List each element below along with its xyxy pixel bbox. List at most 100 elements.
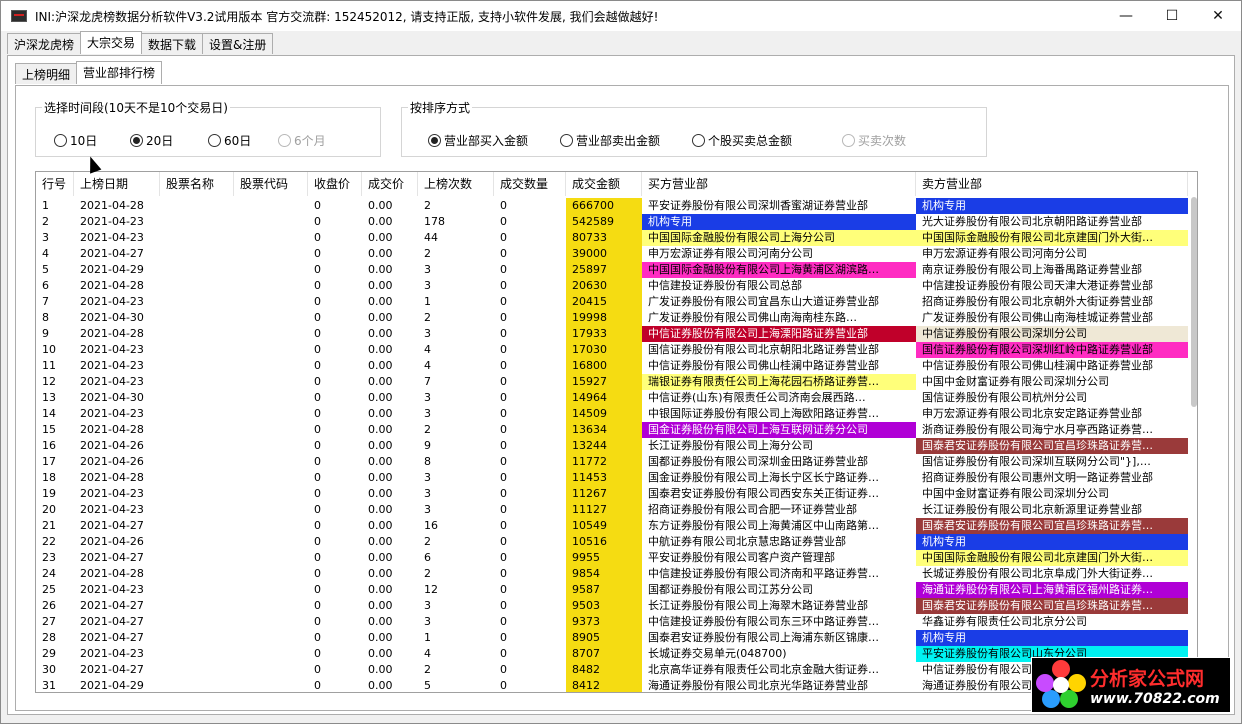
table-row[interactable]: 27 2021-04-27 0 0.00 3 0 9373 中信建投证券股份有限公司东三环中路… <box>36 614 1188 630</box>
cell-buyer-branch: 东方证券股份有限公司上海黄浦区中山南路第… <box>648 519 879 532</box>
table-row[interactable]: 26 2021-04-27 0 0.00 3 0 9503 长江证券股份有限公司上海翠木路证券… <box>36 598 1188 614</box>
table-row[interactable]: 24 2021-04-28 0 0.00 2 0 9854 中信建投证券股份有限公司济南和平路… <box>36 566 1188 582</box>
table-row[interactable]: 29 2021-04-23 0 0.00 4 0 8707 长城证券交易单元(048700) 平… <box>36 646 1188 662</box>
table-row[interactable]: 10 2021-04-23 0 0.00 4 0 17030 国信证券股份有限公司北京朝阳北路… <box>36 342 1188 358</box>
table-row[interactable]: 19 2021-04-23 0 0.00 3 0 11267 国泰君安证券股份有限公司西安东关… <box>36 486 1188 502</box>
column-header-listing-date[interactable]: 上榜日期 <box>74 172 160 196</box>
cell-stock-code <box>234 582 308 598</box>
column-header-deal-amount[interactable]: 成交金额 <box>566 172 642 196</box>
cell-close-price: 0 <box>314 423 321 436</box>
column-header-seller-branch[interactable]: 卖方营业部 <box>916 172 1188 196</box>
cell-listing-count: 3 <box>424 407 431 420</box>
cell-stock-name <box>160 294 234 310</box>
table-row[interactable]: 18 2021-04-28 0 0.00 3 0 11453 国金证券股份有限公司上海长宁区长… <box>36 470 1188 486</box>
period-20d-radio[interactable]: 20日 <box>130 132 173 149</box>
cell-row-number: 3 <box>42 231 49 244</box>
cell-close-price: 0 <box>314 647 321 660</box>
app-window: INI:沪深龙虎榜数据分析软件V3.2试用版本 官方交流群: 152452012… <box>0 0 1242 724</box>
cell-deal-amount: 9503 <box>566 598 642 614</box>
table-row[interactable]: 17 2021-04-26 0 0.00 8 0 11772 国都证券股份有限公司深圳金田路证… <box>36 454 1188 470</box>
cell-stock-code <box>234 614 308 630</box>
cell-deal-volume: 0 <box>500 215 507 228</box>
cell-buyer-branch: 平安证券股份有限公司客户资产管理部 <box>648 551 835 564</box>
table-row[interactable]: 6 2021-04-28 0 0.00 3 0 20630 中信建投证券股份有限公司总部 中信建… <box>36 278 1188 294</box>
cell-deal-amount: 80733 <box>566 230 642 246</box>
cell-listing-count: 4 <box>424 647 431 660</box>
column-header-buyer-branch[interactable]: 买方营业部 <box>642 172 916 196</box>
table-row[interactable]: 21 2021-04-27 0 0.00 16 0 10549 东方证券股份有限公司上海黄浦区… <box>36 518 1188 534</box>
column-header-row-number[interactable]: 行号 <box>36 172 74 196</box>
table-row[interactable]: 23 2021-04-27 0 0.00 6 0 9955 平安证券股份有限公司客户资产管理部… <box>36 550 1188 566</box>
table-row[interactable]: 9 2021-04-28 0 0.00 3 0 17933 中信证券股份有限公司上海溧阳路证券… <box>36 326 1188 342</box>
table-row[interactable]: 2 2021-04-23 0 0.00 178 0 542589 机构专用 光大证券股份有限公司… <box>36 214 1188 230</box>
sort-sell-amount-radio[interactable]: 营业部卖出金额 <box>560 132 660 149</box>
sort-trade-count-radio[interactable]: 买卖次数 <box>842 132 906 149</box>
table-row[interactable]: 4 2021-04-27 0 0.00 2 0 39000 申万宏源证券有限公司河南分公司 申万… <box>36 246 1188 262</box>
tab-data-download[interactable]: 数据下载 <box>141 33 204 54</box>
period-60d-radio[interactable]: 60日 <box>208 132 251 149</box>
close-button[interactable]: ✕ <box>1195 1 1241 31</box>
cell-listing-date: 2021-04-23 <box>80 343 144 356</box>
cell-deal-price: 0.00 <box>368 487 393 500</box>
table-row[interactable]: 15 2021-04-28 0 0.00 2 0 13634 国金证券股份有限公司上海互联网证… <box>36 422 1188 438</box>
cell-close-price: 0 <box>314 439 321 452</box>
period-10d-radio[interactable]: 10日 <box>54 132 97 149</box>
cell-stock-name <box>160 246 234 262</box>
cell-listing-count: 3 <box>424 615 431 628</box>
cell-listing-date: 2021-04-23 <box>80 231 144 244</box>
table-header: 行号 上榜日期 股票名称 股票代码 收盘价 成交价 上榜次数 成交数量 成交金额 买方营业部 卖方营… <box>36 172 1188 196</box>
column-header-stock-name[interactable]: 股票名称 <box>160 172 234 196</box>
table-row[interactable]: 31 2021-04-29 0 0.00 5 0 8412 海通证券股份有限公司北京光华路证券… <box>36 678 1188 692</box>
table-row[interactable]: 11 2021-04-23 0 0.00 4 0 16800 中信证券股份有限公司佛山桂澜中路… <box>36 358 1188 374</box>
cell-buyer-branch: 中信证券(山东)有限责任公司济南会展西路… <box>648 391 866 404</box>
cell-row-number: 9 <box>42 327 49 340</box>
cell-listing-date: 2021-04-26 <box>80 535 144 548</box>
table-row[interactable]: 14 2021-04-23 0 0.00 3 0 14509 中银国际证券股份有限公司上海欧阳… <box>36 406 1188 422</box>
cell-row-number: 14 <box>42 407 56 420</box>
cell-deal-volume: 0 <box>500 679 507 692</box>
table-row[interactable]: 7 2021-04-23 0 0.00 1 0 20415 广发证券股份有限公司宜昌东山大道证… <box>36 294 1188 310</box>
table-row[interactable]: 25 2021-04-23 0 0.00 12 0 9587 国都证券股份有限公司江苏分公司 海… <box>36 582 1188 598</box>
table-row[interactable]: 12 2021-04-23 0 0.00 7 0 15927 瑞银证券有限责任公司上海花园石桥… <box>36 374 1188 390</box>
tab-branch-ranking[interactable]: 营业部排行榜 <box>76 61 163 84</box>
table-row[interactable]: 3 2021-04-23 0 0.00 44 0 80733 中国国际金融股份有限公司上海分公… <box>36 230 1188 246</box>
cell-listing-date: 2021-04-27 <box>80 519 144 532</box>
column-header-deal-price[interactable]: 成交价 <box>362 172 418 196</box>
cell-row-number: 31 <box>42 679 56 692</box>
cell-row-number: 16 <box>42 439 56 452</box>
tab-settings-register[interactable]: 设置&注册 <box>202 33 274 54</box>
column-header-close-price[interactable]: 收盘价 <box>308 172 362 196</box>
tab-listing-details[interactable]: 上榜明细 <box>15 63 78 84</box>
cell-listing-date: 2021-04-28 <box>80 567 144 580</box>
cell-deal-amount: 542589 <box>566 214 642 230</box>
cell-seller-branch: 中国国际金融股份有限公司北京建国门外大街… <box>916 230 1188 246</box>
table-row[interactable]: 20 2021-04-23 0 0.00 3 0 11127 招商证券股份有限公司合肥一环证券… <box>36 502 1188 518</box>
cell-stock-name <box>160 310 234 326</box>
cell-stock-code <box>234 630 308 646</box>
table-row[interactable]: 22 2021-04-26 0 0.00 2 0 10516 中航证券有限公司北京慧忠路证券营… <box>36 534 1188 550</box>
table-row[interactable]: 28 2021-04-27 0 0.00 1 0 8905 国泰君安证券股份有限公司上海浦东新… <box>36 630 1188 646</box>
sort-stock-total-radio[interactable]: 个股买卖总金额 <box>692 132 792 149</box>
cell-buyer-branch: 北京高华证券有限责任公司北京金融大街证券… <box>648 663 879 676</box>
table-row[interactable]: 1 2021-04-28 0 0.00 2 0 666700 平安证券股份有限公司深圳香蜜湖证… <box>36 198 1188 214</box>
table-row[interactable]: 8 2021-04-30 0 0.00 2 0 19998 广发证券股份有限公司佛山南海南桂东… <box>36 310 1188 326</box>
tab-longhubang[interactable]: 沪深龙虎榜 <box>7 33 82 54</box>
period-6m-radio[interactable]: 6个月 <box>278 132 326 149</box>
minimize-button[interactable]: — <box>1103 1 1149 31</box>
cell-listing-date: 2021-04-26 <box>80 439 144 452</box>
tab-block-trade[interactable]: 大宗交易 <box>80 31 143 54</box>
cell-deal-price: 0.00 <box>368 311 393 324</box>
column-header-listing-count[interactable]: 上榜次数 <box>418 172 494 196</box>
table-row[interactable]: 30 2021-04-27 0 0.00 2 0 8482 北京高华证券有限责任公司北京金融大… <box>36 662 1188 678</box>
column-header-stock-code[interactable]: 股票代码 <box>234 172 308 196</box>
sort-buy-amount-radio[interactable]: 营业部买入金额 <box>428 132 528 149</box>
vertical-scrollbar[interactable] <box>1191 197 1197 407</box>
table-row[interactable]: 5 2021-04-29 0 0.00 3 0 25897 中国国际金融股份有限公司上海黄浦区… <box>36 262 1188 278</box>
table-row[interactable]: 16 2021-04-26 0 0.00 9 0 13244 长江证券股份有限公司上海分公司 国… <box>36 438 1188 454</box>
cell-row-number: 26 <box>42 599 56 612</box>
column-header-deal-volume[interactable]: 成交数量 <box>494 172 566 196</box>
cell-row-number: 20 <box>42 503 56 516</box>
maximize-button[interactable]: ☐ <box>1149 1 1195 31</box>
table-row[interactable]: 13 2021-04-30 0 0.00 3 0 14964 中信证券(山东)有限责任公司济南… <box>36 390 1188 406</box>
cell-close-price: 0 <box>314 263 321 276</box>
